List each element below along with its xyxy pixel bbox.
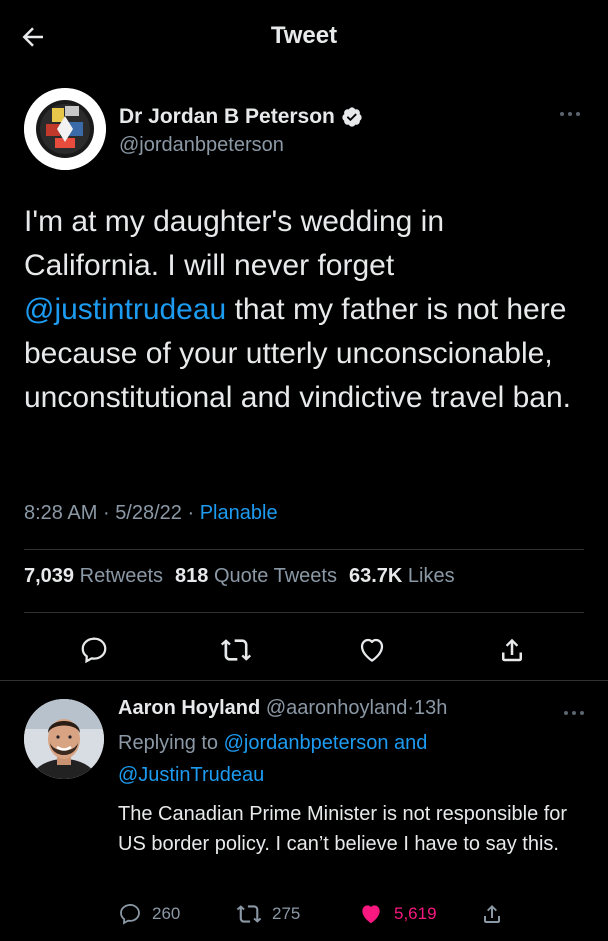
tweet-action-bar — [24, 628, 584, 672]
author-handle[interactable]: @jordanbpeterson — [119, 134, 284, 157]
share-button[interactable] — [480, 899, 504, 929]
reply-count: 260 — [152, 904, 181, 923]
top-bar: Tweet — [0, 0, 608, 72]
like-icon — [362, 905, 380, 924]
quote-tweets-label: Quote Tweets — [213, 565, 337, 587]
quote-tweets-stat[interactable]: 818 Quote Tweets — [175, 565, 337, 588]
tweet-text: I'm at my daughter's wedding in Californ… — [24, 200, 584, 420]
reply-icon — [81, 637, 107, 664]
retweet-count: 275 — [272, 904, 301, 923]
meta-separator: · — [102, 502, 110, 524]
share-button[interactable] — [490, 628, 534, 672]
reply-author-name[interactable]: Aaron Hoyland — [118, 697, 260, 719]
divider — [24, 549, 584, 550]
tweet-source-link[interactable]: Planable — [200, 502, 278, 524]
reply-text: The Canadian Prime Minister is not respo… — [118, 803, 568, 855]
replying-and: and — [394, 732, 428, 754]
mention-link[interactable]: @justintrudeau — [24, 293, 226, 326]
like-button[interactable]: 5,619 — [358, 899, 437, 929]
retweets-label: Retweets — [79, 565, 163, 587]
author-name[interactable]: Dr Jordan B Peterson — [119, 105, 335, 129]
tweet-meta: 8:28 AM · 5/28/22 · Planable — [24, 502, 278, 525]
reply-icon — [120, 903, 140, 925]
retweet-button[interactable]: 275 — [236, 899, 300, 929]
tweet-author: Dr Jordan B Peterson @jordanbpeterson — [24, 88, 584, 172]
likes-label: Likes — [407, 565, 455, 587]
like-icon — [360, 638, 384, 662]
replying-prefix: Replying to — [118, 732, 219, 754]
avatar[interactable] — [24, 88, 106, 170]
retweet-button[interactable] — [214, 628, 258, 672]
page-title: Tweet — [270, 22, 338, 49]
replying-handle-link[interactable]: @JustinTrudeau — [118, 764, 264, 786]
tweet-time[interactable]: 8:28 AM — [24, 502, 97, 524]
meta-separator: · — [187, 502, 195, 524]
retweets-stat[interactable]: 7,039 Retweets — [24, 565, 163, 588]
reply-author-handle[interactable]: @aaronhoyland — [266, 697, 408, 719]
reply-button[interactable]: 260 — [118, 899, 180, 929]
verified-icon — [341, 106, 363, 128]
more-icon[interactable] — [560, 703, 588, 723]
meta-separator: · — [407, 697, 414, 719]
reply-button[interactable] — [72, 628, 116, 672]
reply-tweet[interactable]: Aaron Hoyland @aaronhoyland·13h Replying… — [0, 681, 608, 941]
likes-stat[interactable]: 63.7K Likes — [349, 565, 455, 588]
share-icon — [484, 905, 500, 923]
like-button[interactable] — [350, 628, 394, 672]
avatar[interactable] — [24, 699, 104, 779]
tweet-text-part1: I'm at my daughter's wedding in Californ… — [24, 205, 444, 282]
share-icon — [502, 638, 522, 662]
tweet-stats: 7,039 Retweets 818 Quote Tweets 63.7K Li… — [24, 565, 455, 588]
divider — [24, 612, 584, 613]
author-name-row: Dr Jordan B Peterson — [119, 105, 363, 129]
replying-handle-link[interactable]: @jordanbpeterson — [224, 732, 389, 754]
reply-action-bar: 260 275 5,619 — [118, 899, 588, 929]
more-icon[interactable] — [556, 104, 584, 124]
tweet-date[interactable]: 5/28/22 — [115, 502, 182, 524]
retweet-icon — [236, 905, 262, 923]
replying-to: Replying to @jordanbpeterson and @Justin… — [118, 727, 588, 791]
retweet-icon — [220, 639, 252, 661]
like-count: 5,619 — [394, 904, 437, 923]
reply-time[interactable]: 13h — [414, 697, 447, 719]
retweets-count: 7,039 — [24, 565, 75, 587]
reply-header: Aaron Hoyland @aaronhoyland·13h — [118, 697, 447, 720]
likes-count: 63.7K — [348, 565, 403, 587]
quote-tweets-count: 818 — [175, 565, 209, 587]
